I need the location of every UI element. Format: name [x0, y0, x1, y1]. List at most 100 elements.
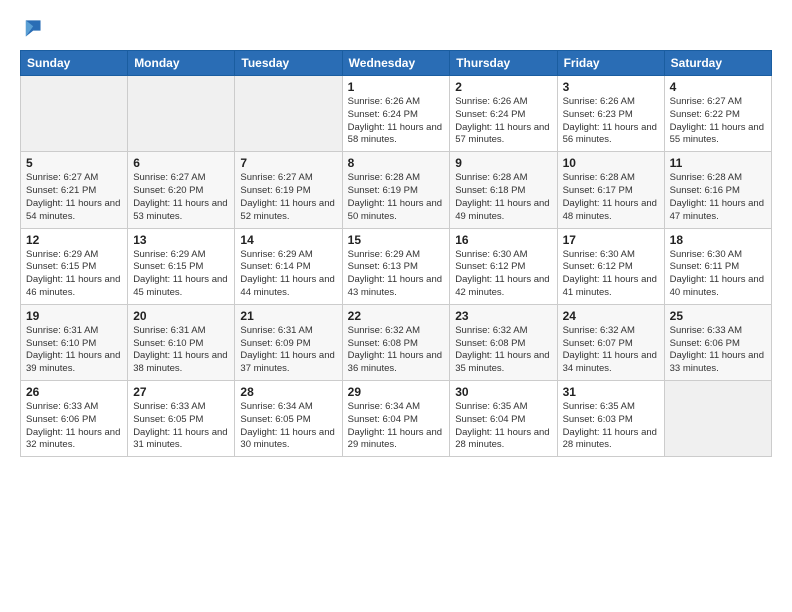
calendar-day-cell: 3 Sunrise: 6:26 AMSunset: 6:23 PMDaylight… — [557, 76, 664, 152]
day-number: 24 — [563, 309, 659, 323]
calendar-week-row: 12 Sunrise: 6:29 AMSunset: 6:15 PMDayligh… — [21, 228, 772, 304]
calendar-day-cell: 16 Sunrise: 6:30 AMSunset: 6:12 PMDayligh… — [450, 228, 557, 304]
day-info: Sunrise: 6:27 AMSunset: 6:19 PMDaylight:… — [240, 172, 336, 223]
calendar-day-cell: 19 Sunrise: 6:31 AMSunset: 6:10 PMDayligh… — [21, 304, 128, 380]
calendar-day-cell: 21 Sunrise: 6:31 AMSunset: 6:09 PMDayligh… — [235, 304, 342, 380]
day-number: 27 — [133, 385, 229, 399]
day-number: 30 — [455, 385, 551, 399]
day-info: Sunrise: 6:31 AMSunset: 6:10 PMDaylight:… — [133, 325, 229, 376]
day-number: 28 — [240, 385, 336, 399]
day-info: Sunrise: 6:33 AMSunset: 6:06 PMDaylight:… — [26, 401, 122, 452]
calendar-table: SundayMondayTuesdayWednesdayThursdayFrid… — [20, 50, 772, 457]
calendar-day-cell: 27 Sunrise: 6:33 AMSunset: 6:05 PMDayligh… — [128, 381, 235, 457]
weekday-header: Thursday — [450, 51, 557, 76]
calendar-week-row: 26 Sunrise: 6:33 AMSunset: 6:06 PMDayligh… — [21, 381, 772, 457]
calendar-day-cell: 11 Sunrise: 6:28 AMSunset: 6:16 PMDayligh… — [664, 152, 771, 228]
day-number: 1 — [348, 80, 445, 94]
day-info: Sunrise: 6:26 AMSunset: 6:24 PMDaylight:… — [348, 96, 445, 147]
day-number: 31 — [563, 385, 659, 399]
day-info: Sunrise: 6:32 AMSunset: 6:07 PMDaylight:… — [563, 325, 659, 376]
calendar-day-cell: 5Sunrise: 6:27 AMSunset: 6:21 PMDaylight… — [21, 152, 128, 228]
weekday-header: Tuesday — [235, 51, 342, 76]
day-info: Sunrise: 6:31 AMSunset: 6:09 PMDaylight:… — [240, 325, 336, 376]
day-number: 8 — [348, 156, 445, 170]
day-info: Sunrise: 6:34 AMSunset: 6:05 PMDaylight:… — [240, 401, 336, 452]
calendar-day-cell: 13 Sunrise: 6:29 AMSunset: 6:15 PMDayligh… — [128, 228, 235, 304]
calendar-day-cell: 31 Sunrise: 6:35 AMSunset: 6:03 PMDayligh… — [557, 381, 664, 457]
page-container: SundayMondayTuesdayWednesdayThursdayFrid… — [0, 0, 792, 467]
day-info: Sunrise: 6:33 AMSunset: 6:05 PMDaylight:… — [133, 401, 229, 452]
day-number: 21 — [240, 309, 336, 323]
day-info: Sunrise: 6:34 AMSunset: 6:04 PMDaylight:… — [348, 401, 445, 452]
day-number: 10 — [563, 156, 659, 170]
calendar-day-cell: 6 Sunrise: 6:27 AMSunset: 6:20 PMDaylight… — [128, 152, 235, 228]
calendar-day-cell: 22Sunrise: 6:32 AMSunset: 6:08 PMDayligh… — [342, 304, 450, 380]
day-number: 12 — [26, 233, 122, 247]
day-info: Sunrise: 6:28 AMSunset: 6:16 PMDaylight:… — [670, 172, 766, 223]
day-info: Sunrise: 6:29 AMSunset: 6:13 PMDaylight:… — [348, 249, 445, 300]
calendar-day-cell: 9 Sunrise: 6:28 AMSunset: 6:18 PMDaylight… — [450, 152, 557, 228]
weekday-header: Sunday — [21, 51, 128, 76]
day-number: 6 — [133, 156, 229, 170]
day-number: 15 — [348, 233, 445, 247]
day-number: 7 — [240, 156, 336, 170]
calendar-week-row: 19 Sunrise: 6:31 AMSunset: 6:10 PMDayligh… — [21, 304, 772, 380]
day-number: 19 — [26, 309, 122, 323]
calendar-day-cell: 7 Sunrise: 6:27 AMSunset: 6:19 PMDaylight… — [235, 152, 342, 228]
calendar-day-cell: 1 Sunrise: 6:26 AMSunset: 6:24 PMDaylight… — [342, 76, 450, 152]
calendar-day-cell: 29 Sunrise: 6:34 AMSunset: 6:04 PMDayligh… — [342, 381, 450, 457]
day-info: Sunrise: 6:33 AMSunset: 6:06 PMDaylight:… — [670, 325, 766, 376]
calendar-day-cell: 20Sunrise: 6:31 AMSunset: 6:10 PMDayligh… — [128, 304, 235, 380]
day-info: Sunrise: 6:27 AMSunset: 6:22 PMDaylight:… — [670, 96, 766, 147]
day-info: Sunrise: 6:32 AMSunset: 6:08 PMDaylight:… — [455, 325, 551, 376]
day-number: 14 — [240, 233, 336, 247]
day-info: Sunrise: 6:29 AMSunset: 6:15 PMDaylight:… — [133, 249, 229, 300]
day-info: Sunrise: 6:35 AMSunset: 6:04 PMDaylight:… — [455, 401, 551, 452]
day-number: 13 — [133, 233, 229, 247]
day-info: Sunrise: 6:28 AMSunset: 6:17 PMDaylight:… — [563, 172, 659, 223]
day-info: Sunrise: 6:26 AMSunset: 6:23 PMDaylight:… — [563, 96, 659, 147]
day-number: 16 — [455, 233, 551, 247]
calendar-day-cell — [21, 76, 128, 152]
day-info: Sunrise: 6:31 AMSunset: 6:10 PMDaylight:… — [26, 325, 122, 376]
calendar-day-cell — [235, 76, 342, 152]
calendar-day-cell: 12Sunrise: 6:29 AMSunset: 6:15 PMDayligh… — [21, 228, 128, 304]
calendar-day-cell: 23Sunrise: 6:32 AMSunset: 6:08 PMDayligh… — [450, 304, 557, 380]
calendar-day-cell: 18Sunrise: 6:30 AMSunset: 6:11 PMDayligh… — [664, 228, 771, 304]
day-info: Sunrise: 6:28 AMSunset: 6:19 PMDaylight:… — [348, 172, 445, 223]
day-number: 11 — [670, 156, 766, 170]
weekday-header: Friday — [557, 51, 664, 76]
day-number: 5 — [26, 156, 122, 170]
day-info: Sunrise: 6:30 AMSunset: 6:12 PMDaylight:… — [455, 249, 551, 300]
day-info: Sunrise: 6:27 AMSunset: 6:20 PMDaylight:… — [133, 172, 229, 223]
calendar-day-cell: 24 Sunrise: 6:32 AMSunset: 6:07 PMDayligh… — [557, 304, 664, 380]
day-number: 9 — [455, 156, 551, 170]
day-number: 2 — [455, 80, 551, 94]
day-info: Sunrise: 6:32 AMSunset: 6:08 PMDaylight:… — [348, 325, 445, 376]
calendar-week-row: 5Sunrise: 6:27 AMSunset: 6:21 PMDaylight… — [21, 152, 772, 228]
day-number: 26 — [26, 385, 122, 399]
calendar-day-cell: 4 Sunrise: 6:27 AMSunset: 6:22 PMDaylight… — [664, 76, 771, 152]
calendar-day-cell — [664, 381, 771, 457]
weekday-header: Wednesday — [342, 51, 450, 76]
day-info: Sunrise: 6:35 AMSunset: 6:03 PMDaylight:… — [563, 401, 659, 452]
calendar-day-cell: 17Sunrise: 6:30 AMSunset: 6:12 PMDayligh… — [557, 228, 664, 304]
calendar-day-cell: 8 Sunrise: 6:28 AMSunset: 6:19 PMDaylight… — [342, 152, 450, 228]
calendar-day-cell: 10 Sunrise: 6:28 AMSunset: 6:17 PMDayligh… — [557, 152, 664, 228]
day-number: 29 — [348, 385, 445, 399]
calendar-day-cell: 28 Sunrise: 6:34 AMSunset: 6:05 PMDayligh… — [235, 381, 342, 457]
day-info: Sunrise: 6:30 AMSunset: 6:12 PMDaylight:… — [563, 249, 659, 300]
calendar-day-cell — [128, 76, 235, 152]
day-number: 4 — [670, 80, 766, 94]
day-info: Sunrise: 6:28 AMSunset: 6:18 PMDaylight:… — [455, 172, 551, 223]
weekday-header: Monday — [128, 51, 235, 76]
day-number: 25 — [670, 309, 766, 323]
calendar-week-row: 1 Sunrise: 6:26 AMSunset: 6:24 PMDaylight… — [21, 76, 772, 152]
weekday-header: Saturday — [664, 51, 771, 76]
calendar-day-cell: 15 Sunrise: 6:29 AMSunset: 6:13 PMDayligh… — [342, 228, 450, 304]
day-info: Sunrise: 6:30 AMSunset: 6:11 PMDaylight:… — [670, 249, 766, 300]
day-info: Sunrise: 6:29 AMSunset: 6:14 PMDaylight:… — [240, 249, 336, 300]
calendar-header-row: SundayMondayTuesdayWednesdayThursdayFrid… — [21, 51, 772, 76]
header — [20, 18, 772, 38]
day-number: 3 — [563, 80, 659, 94]
